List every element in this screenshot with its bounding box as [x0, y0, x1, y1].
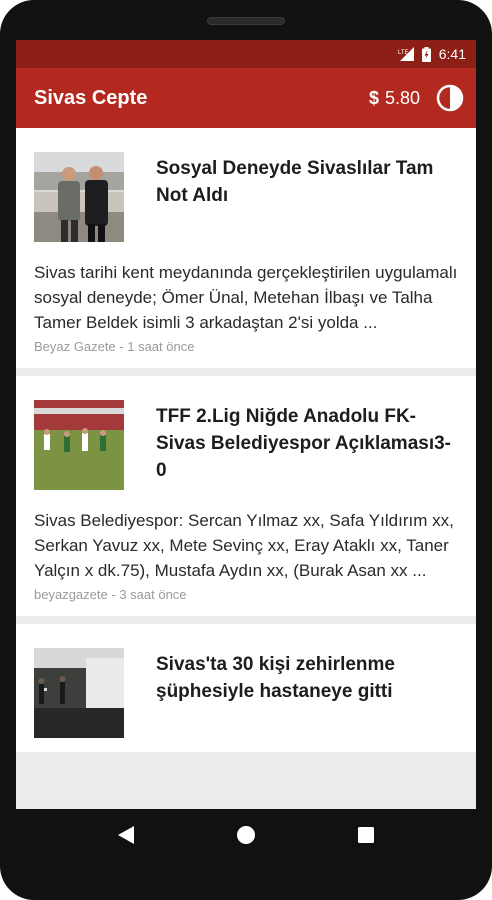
news-feed: Sosyal Deneyde Sivaslılar Tam Not Aldı S… — [16, 128, 476, 809]
article-source: Beyaz Gazete — [34, 339, 116, 354]
screen: LTE 6:41 Sivas Cepte $ 5.80 Sosyal Deney… — [16, 40, 476, 809]
article-summary: Sivas tarihi kent meydanında gerçekleşti… — [34, 263, 458, 332]
article-title: TFF 2.Lig Niğde Anadolu FK- Sivas Beledi… — [156, 406, 452, 481]
article-title: Sivas'ta 30 kişi zehirlenme şüphesiyle h… — [156, 654, 395, 702]
article-meta: Beyaz Gazete - 1 saat önce — [34, 339, 458, 354]
contrast-icon[interactable] — [436, 84, 464, 112]
balance-value: 5.80 — [384, 87, 420, 108]
system-nav-bar — [0, 809, 492, 861]
svg-text:LTE: LTE — [398, 50, 409, 56]
article-title: Sosyal Deneyde Sivaslılar Tam Not Aldı — [156, 158, 434, 206]
article-card[interactable]: Sivas'ta 30 kişi zehirlenme şüphesiyle h… — [16, 624, 476, 752]
article-thumbnail — [34, 152, 124, 242]
earpiece-speaker — [207, 17, 285, 25]
article-time: 3 saat önce — [119, 587, 187, 602]
article-source: beyazgazete — [34, 587, 108, 602]
recents-square-icon[interactable] — [355, 824, 377, 846]
article-thumbnail — [34, 400, 124, 490]
article-thumbnail — [34, 648, 124, 738]
app-bar: Sivas Cepte $ 5.80 — [16, 68, 476, 128]
balance-display[interactable]: $ 5.80 — [369, 88, 420, 109]
signal-lte-icon: LTE — [398, 47, 414, 61]
article-time: 1 saat önce — [127, 339, 195, 354]
app-title: Sivas Cepte — [34, 86, 148, 109]
back-triangle-icon[interactable] — [115, 824, 137, 846]
article-card[interactable]: TFF 2.Lig Niğde Anadolu FK- Sivas Beledi… — [16, 376, 476, 616]
battery-charging-icon — [421, 46, 431, 62]
currency-symbol: $ — [368, 87, 379, 108]
status-time: 6:41 — [438, 46, 466, 62]
article-card[interactable]: Sosyal Deneyde Sivaslılar Tam Not Aldı S… — [16, 128, 476, 368]
status-bar: LTE 6:41 — [16, 40, 476, 68]
home-circle-icon[interactable] — [235, 824, 257, 846]
article-meta: beyazgazete - 3 saat önce — [34, 587, 458, 602]
article-summary: Sivas Belediyespor: Sercan Yılmaz xx, Sa… — [34, 511, 454, 580]
phone-frame: LTE 6:41 Sivas Cepte $ 5.80 Sosyal Deney… — [0, 0, 492, 900]
